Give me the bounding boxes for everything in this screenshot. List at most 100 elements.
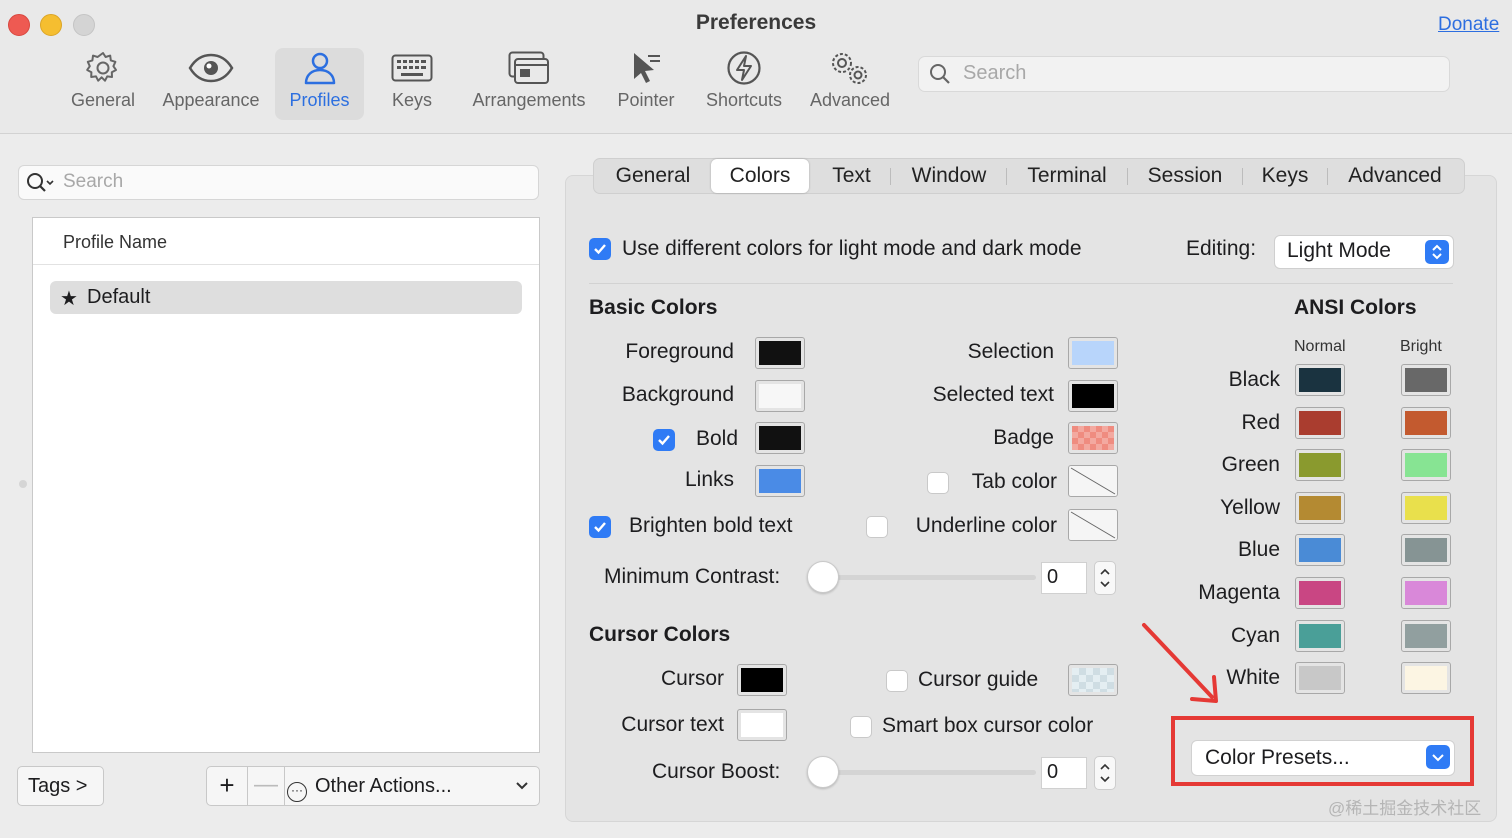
- cursor-guide-checkbox[interactable]: [886, 670, 908, 692]
- stepper-arrows-icon: [1100, 568, 1110, 588]
- ansi-green-normal-swatch[interactable]: [1295, 449, 1345, 482]
- links-color-swatch[interactable]: [755, 465, 805, 497]
- tab-colors[interactable]: Colors: [711, 159, 809, 193]
- profile-row-default[interactable]: ★ Default: [50, 281, 522, 314]
- no-color-icon: [1070, 467, 1116, 495]
- ansi-magenta-bright-swatch[interactable]: [1401, 577, 1451, 609]
- brighten-bold-label: Brighten bold text: [629, 514, 793, 537]
- ansi-cyan-bright-swatch[interactable]: [1401, 619, 1451, 652]
- tab-color-checkbox[interactable]: [927, 472, 949, 494]
- tab-keys[interactable]: Keys: [1244, 159, 1326, 193]
- remove-profile-button[interactable]: —: [248, 767, 285, 805]
- bold-checkbox[interactable]: [653, 429, 675, 451]
- toolbar-keys[interactable]: Keys: [382, 48, 442, 120]
- cursor-colors-header: Cursor Colors: [589, 623, 731, 646]
- ansi-red-normal-swatch[interactable]: [1295, 406, 1345, 439]
- toolbar-profiles[interactable]: Profiles: [275, 48, 364, 120]
- ansi-red-bright-swatch[interactable]: [1401, 406, 1451, 439]
- watermark: @稀土掘金技术社区: [1328, 799, 1482, 818]
- tab-color-swatch[interactable]: [1068, 465, 1118, 497]
- toolbar-pointer[interactable]: Pointer: [612, 48, 680, 120]
- smart-box-cursor-checkbox[interactable]: [850, 716, 872, 738]
- profile-search-input[interactable]: Search: [18, 165, 539, 200]
- star-icon: ★: [60, 288, 78, 310]
- background-label: Background: [621, 383, 734, 406]
- profile-name: Default: [87, 286, 151, 308]
- divider: [589, 283, 1453, 284]
- profile-actions-bar: + — ··· Other Actions...: [206, 766, 540, 806]
- ansi-yellow-normal-swatch[interactable]: [1295, 491, 1345, 524]
- cursor-boost-slider-knob[interactable]: [807, 756, 839, 788]
- split-view-handle[interactable]: [19, 480, 27, 488]
- ansi-magenta-normal-swatch[interactable]: [1295, 577, 1345, 609]
- tab-color-label: Tab color: [971, 470, 1057, 493]
- ansi-blue-bright-swatch[interactable]: [1401, 534, 1451, 567]
- selection-label: Selection: [967, 340, 1054, 363]
- minimum-contrast-slider-knob[interactable]: [807, 561, 839, 593]
- cursor-boost-stepper[interactable]: [1094, 756, 1116, 790]
- ansi-blue-label: Blue: [1237, 538, 1280, 562]
- ansi-white-bright-swatch[interactable]: [1401, 662, 1451, 695]
- bold-color-swatch[interactable]: [755, 422, 805, 454]
- tab-session[interactable]: Session: [1129, 159, 1241, 193]
- underline-color-checkbox[interactable]: [866, 516, 888, 538]
- use-different-colors-checkbox[interactable]: [589, 238, 611, 260]
- ansi-black-normal-swatch[interactable]: [1295, 364, 1345, 396]
- color-presets-select[interactable]: Color Presets...: [1191, 740, 1455, 776]
- underline-color-swatch[interactable]: [1068, 509, 1118, 541]
- search-icon: [27, 173, 54, 192]
- cursor-guide-label: Cursor guide: [918, 668, 1039, 691]
- chevron-down-icon: [1426, 745, 1450, 769]
- foreground-color-swatch[interactable]: [755, 337, 805, 369]
- cursor-guide-color-swatch[interactable]: [1068, 664, 1118, 696]
- bold-label: Bold: [695, 427, 738, 450]
- tab-window[interactable]: Window: [894, 159, 1004, 193]
- add-profile-button[interactable]: +: [207, 767, 248, 805]
- ansi-black-bright-swatch[interactable]: [1401, 364, 1451, 396]
- minimum-contrast-stepper[interactable]: [1094, 561, 1116, 595]
- brighten-bold-checkbox[interactable]: [589, 516, 611, 538]
- tab-text[interactable]: Text: [814, 159, 889, 193]
- tags-button[interactable]: Tags >: [17, 766, 104, 806]
- cursor-color-swatch[interactable]: [737, 664, 787, 696]
- selected-text-color-swatch[interactable]: [1068, 380, 1118, 412]
- window-title: Preferences: [695, 11, 817, 34]
- ansi-cyan-normal-swatch[interactable]: [1295, 619, 1345, 652]
- minimum-contrast-field[interactable]: 0: [1041, 562, 1087, 594]
- toolbar-general[interactable]: General: [63, 48, 143, 120]
- ansi-normal-header: Normal: [1294, 338, 1346, 355]
- search-placeholder: Search: [63, 171, 124, 192]
- other-actions-menu[interactable]: ··· Other Actions...: [287, 775, 452, 802]
- ansi-white-normal-swatch[interactable]: [1295, 662, 1345, 695]
- toolbar-shortcuts[interactable]: Shortcuts: [700, 48, 788, 120]
- ansi-green-bright-swatch[interactable]: [1401, 449, 1451, 482]
- editing-mode-select[interactable]: Light Mode: [1274, 235, 1454, 269]
- tab-general[interactable]: General: [596, 159, 710, 193]
- toolbar-arrangements[interactable]: Arrangements: [465, 48, 593, 120]
- toolbar-search-input[interactable]: Search: [918, 56, 1450, 92]
- minimum-contrast-slider[interactable]: [822, 575, 1036, 580]
- tab-terminal[interactable]: Terminal: [1009, 159, 1125, 193]
- cursor-boost-field[interactable]: 0: [1041, 757, 1087, 789]
- windows-icon: [465, 48, 593, 88]
- ansi-blue-normal-swatch[interactable]: [1295, 534, 1345, 567]
- stepper-arrows-icon: [1100, 763, 1110, 783]
- donate-link[interactable]: Donate: [1438, 14, 1499, 36]
- badge-color-swatch[interactable]: [1068, 422, 1118, 454]
- selection-color-swatch[interactable]: [1068, 337, 1118, 369]
- cursor-boost-label: Cursor Boost:: [652, 760, 781, 783]
- background-color-swatch[interactable]: [755, 380, 805, 412]
- ansi-green-label: Green: [1221, 453, 1280, 477]
- toolbar-advanced[interactable]: Advanced: [805, 48, 895, 120]
- minimum-contrast-label: Minimum Contrast:: [604, 565, 781, 588]
- cursor-text-color-swatch[interactable]: [737, 709, 787, 741]
- profile-column-header[interactable]: Profile Name: [33, 218, 539, 265]
- toolbar-appearance[interactable]: Appearance: [158, 48, 264, 120]
- checkmark-icon: [594, 522, 606, 533]
- tab-advanced[interactable]: Advanced: [1329, 159, 1461, 193]
- cursor-boost-slider[interactable]: [822, 770, 1036, 775]
- gears-icon: [805, 48, 895, 88]
- profile-list: Profile Name ★ Default: [32, 217, 540, 753]
- use-different-colors-label: Use different colors for light mode and …: [622, 237, 1082, 260]
- ansi-yellow-bright-swatch[interactable]: [1401, 491, 1451, 524]
